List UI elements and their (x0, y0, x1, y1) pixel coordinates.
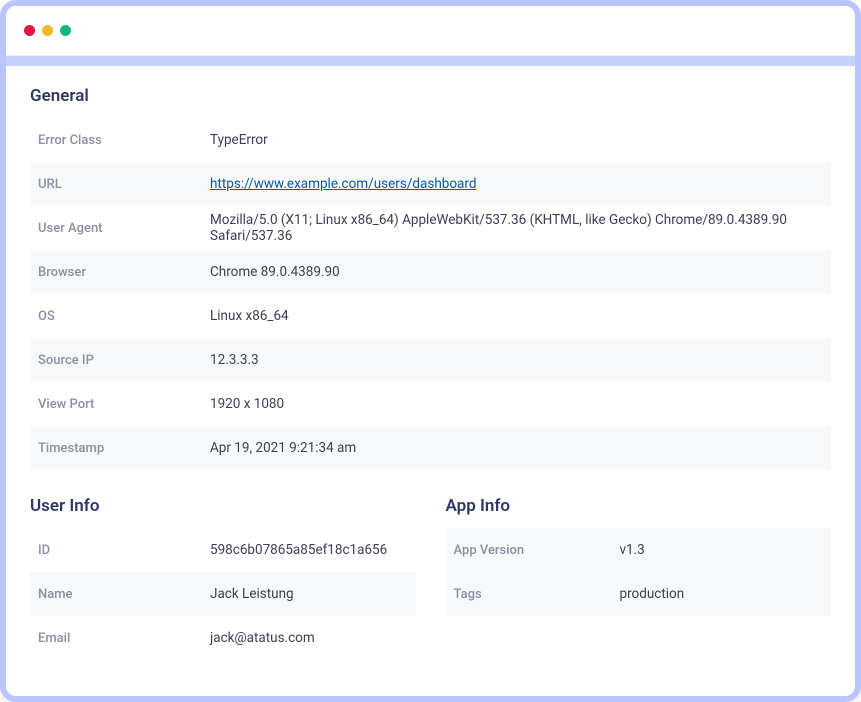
url-link[interactable]: https://www.example.com/users/dashboard (210, 176, 476, 192)
general-row-label: OS (38, 309, 210, 324)
user-info-row-value: Jack Leistung (210, 586, 408, 602)
app-info-row-value: production (620, 586, 824, 602)
minimize-icon[interactable] (42, 25, 53, 36)
content-area: General Error ClassTypeErrorURLhttps://w… (6, 66, 855, 680)
user-info-row-value: 598c6b07865a85ef18c1a656 (210, 542, 408, 558)
app-info-title: App Info (446, 496, 832, 516)
header-divider (6, 56, 855, 66)
maximize-icon[interactable] (60, 25, 71, 36)
app-window: General Error ClassTypeErrorURLhttps://w… (0, 0, 861, 702)
user-info-row-label: Name (38, 587, 210, 602)
app-info-row-label: Tags (454, 587, 620, 602)
user-info-row-label: ID (38, 543, 210, 558)
user-info-row-value: jack@atatus.com (210, 630, 408, 646)
general-row-value: TypeError (210, 132, 823, 148)
app-info-row-value: v1.3 (620, 542, 824, 558)
general-row: TimestampApr 19, 2021 9:21:34 am (30, 426, 831, 470)
general-row: View Port1920 x 1080 (30, 382, 831, 426)
app-info-row: Tagsproduction (446, 572, 832, 616)
general-row: BrowserChrome 89.0.4389.90 (30, 250, 831, 294)
app-info-row-label: App Version (454, 543, 620, 558)
general-row: Error ClassTypeError (30, 118, 831, 162)
user-info-row: ID598c6b07865a85ef18c1a656 (30, 528, 416, 572)
app-info-section: App Info App Versionv1.3Tagsproduction (446, 496, 832, 660)
general-row: User AgentMozilla/5.0 (X11; Linux x86_64… (30, 206, 831, 250)
user-info-row: Emailjack@atatus.com (30, 616, 416, 660)
general-row-value: 1920 x 1080 (210, 396, 823, 412)
general-row-value: Apr 19, 2021 9:21:34 am (210, 440, 823, 456)
general-row-value: Mozilla/5.0 (X11; Linux x86_64) AppleWeb… (210, 212, 823, 244)
user-info-title: User Info (30, 496, 416, 516)
general-row: Source IP12.3.3.3 (30, 338, 831, 382)
general-row-value: Chrome 89.0.4389.90 (210, 264, 823, 280)
general-row-label: User Agent (38, 221, 210, 236)
general-section: General Error ClassTypeErrorURLhttps://w… (30, 86, 831, 470)
general-row-value: 12.3.3.3 (210, 352, 823, 368)
general-row-value: https://www.example.com/users/dashboard (210, 176, 823, 192)
general-row-label: Source IP (38, 353, 210, 368)
general-title: General (30, 86, 831, 106)
general-row-value: Linux x86_64 (210, 308, 823, 324)
window-controls (24, 25, 71, 36)
app-info-rows: App Versionv1.3Tagsproduction (446, 528, 832, 616)
window-titlebar (6, 6, 855, 56)
user-info-section: User Info ID598c6b07865a85ef18c1a656Name… (30, 496, 416, 660)
user-info-row: NameJack Leistung (30, 572, 416, 616)
general-row-label: View Port (38, 397, 210, 412)
app-info-row: App Versionv1.3 (446, 528, 832, 572)
general-rows: Error ClassTypeErrorURLhttps://www.examp… (30, 118, 831, 470)
general-row: OSLinux x86_64 (30, 294, 831, 338)
general-row: URLhttps://www.example.com/users/dashboa… (30, 162, 831, 206)
user-info-rows: ID598c6b07865a85ef18c1a656NameJack Leist… (30, 528, 416, 660)
user-info-row-label: Email (38, 631, 210, 646)
general-row-label: Error Class (38, 133, 210, 148)
general-row-label: Timestamp (38, 441, 210, 456)
close-icon[interactable] (24, 25, 35, 36)
info-columns: User Info ID598c6b07865a85ef18c1a656Name… (30, 496, 831, 660)
general-row-label: Browser (38, 265, 210, 280)
general-row-label: URL (38, 177, 210, 192)
